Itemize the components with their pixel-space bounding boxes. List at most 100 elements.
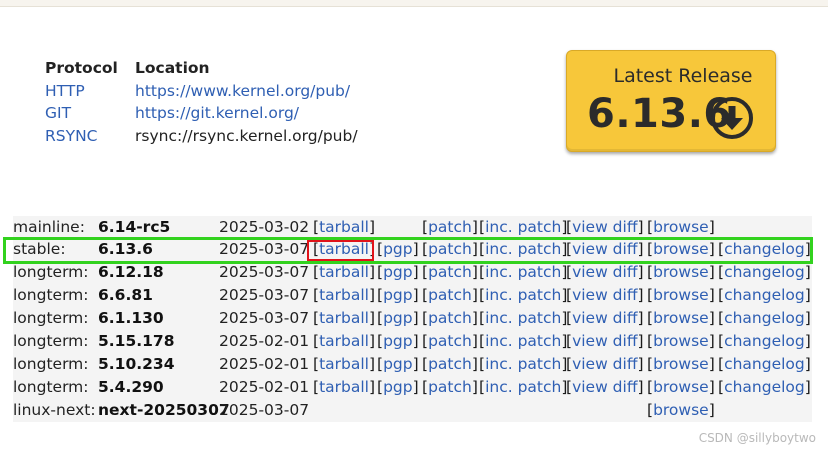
browse-link[interactable]: browse xyxy=(653,332,709,350)
view-diff-link[interactable]: view diff xyxy=(572,218,637,236)
view-diff-link[interactable]: view diff xyxy=(572,332,637,350)
protocol-http-link[interactable]: HTTP xyxy=(45,82,85,100)
browse-link[interactable]: browse xyxy=(653,355,709,373)
release-kind: linux-next: xyxy=(13,401,96,419)
tarball-link[interactable]: tarball xyxy=(319,309,369,327)
patch-link[interactable]: patch xyxy=(428,332,472,350)
browse-link-wrapper: [browse] xyxy=(647,401,715,419)
browse-link-wrapper: [browse] xyxy=(647,218,715,236)
patch-link[interactable]: patch xyxy=(428,355,472,373)
release-date: 2025-03-07 xyxy=(219,309,310,327)
patch-link[interactable]: patch xyxy=(428,309,472,327)
inc-patch-link[interactable]: inc. patch xyxy=(485,263,561,281)
patch-link-wrapper: [patch] xyxy=(422,309,478,327)
tarball-link-wrapper: [tarball] xyxy=(313,332,376,350)
changelog-link-wrapper: [changelog] xyxy=(718,309,811,327)
changelog-link-wrapper: [changelog] xyxy=(718,286,811,304)
inc-patch-link[interactable]: inc. patch xyxy=(485,332,561,350)
pgp-link-wrapper: [pgp] xyxy=(377,309,419,327)
release-date: 2025-03-07 xyxy=(219,401,310,419)
watermark: CSDN @sillyboytwo xyxy=(698,431,816,445)
pgp-link[interactable]: pgp xyxy=(383,378,413,396)
inc-patch-link-wrapper: [inc. patch] xyxy=(479,286,568,304)
protocol-git-link[interactable]: GIT xyxy=(45,104,71,122)
inc-patch-link[interactable]: inc. patch xyxy=(485,309,561,327)
browse-link-wrapper: [browse] xyxy=(647,332,715,350)
browse-link[interactable]: browse xyxy=(653,309,709,327)
inc-patch-link[interactable]: inc. patch xyxy=(485,218,561,236)
view-diff-link-wrapper: [view diff] xyxy=(566,309,644,327)
changelog-link[interactable]: changelog xyxy=(724,286,805,304)
release-row: longterm: 6.6.81 2025-03-07 [tarball] [pgp][… xyxy=(13,284,812,307)
pgp-link[interactable]: pgp xyxy=(383,309,413,327)
inc-patch-link[interactable]: inc. patch xyxy=(485,355,561,373)
browse-link-wrapper: [browse] xyxy=(647,263,715,281)
browse-link[interactable]: browse xyxy=(653,286,709,304)
release-version: 5.15.178 xyxy=(98,332,175,350)
inc-patch-link[interactable]: inc. patch xyxy=(485,378,561,396)
release-version: 6.14-rc5 xyxy=(98,218,171,236)
release-kind: longterm: xyxy=(13,309,89,327)
location-git-link[interactable]: https://git.kernel.org/ xyxy=(135,104,299,122)
inc-patch-link-wrapper: [inc. patch] xyxy=(479,263,568,281)
changelog-link-wrapper: [changelog] xyxy=(718,263,811,281)
release-version: 6.6.81 xyxy=(98,286,153,304)
view-diff-link-wrapper: [view diff] xyxy=(566,286,644,304)
pgp-link-wrapper: [pgp] xyxy=(377,332,419,350)
release-version: 6.1.130 xyxy=(98,309,164,327)
browse-link[interactable]: browse xyxy=(653,401,709,419)
patch-link[interactable]: patch xyxy=(428,218,472,236)
changelog-link[interactable]: changelog xyxy=(724,263,805,281)
release-kind: longterm: xyxy=(13,378,89,396)
pgp-link[interactable]: pgp xyxy=(383,263,413,281)
pgp-link-wrapper: [pgp] xyxy=(377,378,419,396)
release-version: 5.10.234 xyxy=(98,355,175,373)
browse-link-wrapper: [browse] xyxy=(647,286,715,304)
release-kind: mainline: xyxy=(13,218,85,236)
pgp-link-wrapper: [pgp] xyxy=(377,263,419,281)
changelog-link-wrapper: [changelog] xyxy=(718,355,811,373)
changelog-link[interactable]: changelog xyxy=(724,309,805,327)
browse-link[interactable]: browse xyxy=(653,263,709,281)
latest-release-button[interactable]: Latest Release 6.13.6 xyxy=(566,50,776,152)
tarball-link[interactable]: tarball xyxy=(319,378,369,396)
inc-patch-link-wrapper: [inc. patch] xyxy=(479,309,568,327)
inc-patch-link[interactable]: inc. patch xyxy=(485,286,561,304)
tarball-link[interactable]: tarball xyxy=(319,263,369,281)
view-diff-link[interactable]: view diff xyxy=(572,309,637,327)
view-diff-link-wrapper: [view diff] xyxy=(566,355,644,373)
browse-link[interactable]: browse xyxy=(653,378,709,396)
location-http-link[interactable]: https://www.kernel.org/pub/ xyxy=(135,82,350,100)
release-kind: longterm: xyxy=(13,286,89,304)
browse-link[interactable]: browse xyxy=(653,218,709,236)
release-row: longterm: 5.15.178 2025-02-01 [tarball] [pgp… xyxy=(13,330,812,353)
pgp-link[interactable]: pgp xyxy=(383,286,413,304)
tarball-link[interactable]: tarball xyxy=(319,218,369,236)
browse-link-wrapper: [browse] xyxy=(647,378,715,396)
tarball-link[interactable]: tarball xyxy=(319,286,369,304)
tarball-link[interactable]: tarball xyxy=(319,332,369,350)
patch-link[interactable]: patch xyxy=(428,286,472,304)
changelog-link[interactable]: changelog xyxy=(724,378,805,396)
view-diff-link-wrapper: [view diff] xyxy=(566,332,644,350)
release-row: longterm: 5.10.234 2025-02-01 [tarball] [pgp… xyxy=(13,353,812,376)
view-diff-link[interactable]: view diff xyxy=(572,378,637,396)
changelog-link[interactable]: changelog xyxy=(724,355,805,373)
patch-link[interactable]: patch xyxy=(428,378,472,396)
tarball-link-wrapper: [tarball] xyxy=(313,355,376,373)
view-diff-link[interactable]: view diff xyxy=(572,263,637,281)
tarball-link[interactable]: tarball xyxy=(319,355,369,373)
changelog-link-wrapper: [changelog] xyxy=(718,332,811,350)
inc-patch-link-wrapper: [inc. patch] xyxy=(479,355,568,373)
pgp-link[interactable]: pgp xyxy=(383,355,413,373)
changelog-link[interactable]: changelog xyxy=(724,332,805,350)
pgp-link[interactable]: pgp xyxy=(383,332,413,350)
location-header: Location xyxy=(135,59,210,77)
release-date: 2025-02-01 xyxy=(219,355,310,373)
view-diff-link[interactable]: view diff xyxy=(572,355,637,373)
release-row: linux-next: next-20250307 2025-03-07 [brows… xyxy=(13,399,812,422)
patch-link[interactable]: patch xyxy=(428,263,472,281)
release-row: longterm: 6.1.130 2025-03-07 [tarball] [pgp]… xyxy=(13,307,812,330)
view-diff-link[interactable]: view diff xyxy=(572,286,637,304)
protocol-rsync-link[interactable]: RSYNC xyxy=(45,127,98,145)
